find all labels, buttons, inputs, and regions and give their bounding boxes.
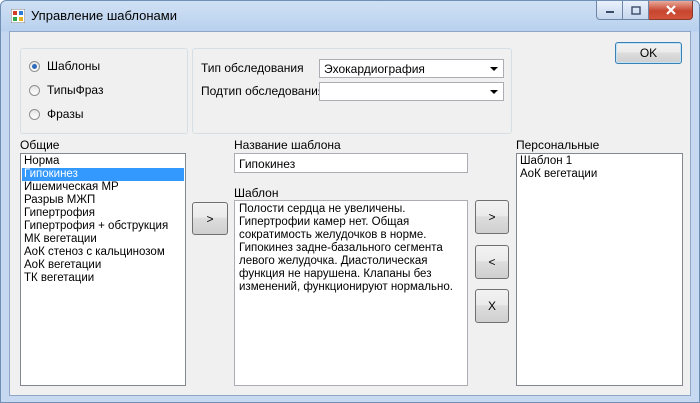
move-right-button[interactable]: >	[475, 200, 509, 234]
template-text-label: Шаблон	[234, 186, 279, 200]
exam-subtype-combo[interactable]	[319, 82, 504, 101]
list-item[interactable]: Гипертрофия + обструкция	[22, 220, 184, 233]
list-item[interactable]: Шаблон 1	[518, 155, 681, 168]
dropdown-arrow-icon	[490, 90, 498, 94]
ok-button[interactable]: OK	[615, 42, 682, 64]
app-icon	[11, 9, 25, 23]
list-item[interactable]: Разрыв МЖП	[22, 194, 184, 207]
title-bar[interactable]: Управление шаблонами	[1, 1, 699, 31]
list-item[interactable]: МК вегетации	[22, 233, 184, 246]
radio-templates[interactable]: Шаблоны	[29, 59, 100, 73]
close-icon	[665, 5, 676, 15]
minimize-button[interactable]	[596, 1, 623, 20]
maximize-icon	[630, 5, 641, 15]
template-name-input[interactable]: Гипокинез	[234, 153, 468, 173]
radio-phrase-types[interactable]: ТипыФраз	[29, 83, 103, 97]
radio-indicator	[29, 84, 40, 96]
exam-type-combo[interactable]: Эхокардиография	[319, 59, 504, 78]
radio-phrases[interactable]: Фразы	[29, 107, 83, 121]
copy-to-template-button[interactable]: >	[192, 202, 228, 235]
personal-list-label: Персональные	[516, 138, 600, 152]
close-button[interactable]	[649, 1, 693, 20]
template-name-value: Гипокинез	[239, 157, 296, 171]
mode-group: Шаблоны ТипыФраз Фразы	[20, 48, 188, 134]
list-item[interactable]: Норма	[22, 155, 184, 168]
template-text-area[interactable]: Полости сердца не увеличены. Гипертрофии…	[234, 200, 468, 386]
main-window: Управление шаблонами Шаблоны ТипыФраз Фр…	[0, 0, 700, 403]
list-item[interactable]: Гипокинез	[22, 168, 184, 181]
radio-indicator	[29, 108, 40, 120]
exam-type-label: Тип обследования	[201, 61, 304, 75]
minimize-icon	[605, 11, 614, 13]
list-item[interactable]: АоК вегетации	[518, 168, 681, 181]
personal-templates-list[interactable]: Шаблон 1 АоК вегетации	[516, 153, 683, 386]
common-templates-list[interactable]: Норма Гипокинез Ишемическая МР Разрыв МЖП Ги…	[20, 153, 186, 386]
exam-group: Тип обследования Эхокардиография Подтип …	[192, 48, 512, 134]
delete-button[interactable]: X	[475, 289, 509, 323]
template-name-label: Название шаблона	[234, 138, 341, 152]
radio-phrase-types-label: ТипыФраз	[47, 83, 104, 97]
radio-indicator	[29, 60, 40, 72]
common-list-label: Общие	[20, 138, 60, 152]
exam-subtype-label: Подтип обследования	[201, 84, 325, 98]
move-left-button[interactable]: <	[475, 245, 509, 279]
maximize-button[interactable]	[623, 1, 649, 20]
list-item[interactable]: Ишемическая МР	[22, 181, 184, 194]
list-item[interactable]: Гипертрофия	[22, 207, 184, 220]
list-item[interactable]: ТК вегетации	[22, 272, 184, 285]
radio-templates-label: Шаблоны	[47, 59, 101, 73]
window-title: Управление шаблонами	[31, 8, 177, 23]
exam-type-value: Эхокардиография	[324, 62, 425, 76]
caption-buttons	[596, 1, 693, 21]
dropdown-arrow-icon	[490, 67, 498, 71]
list-item[interactable]: АоК вегетации	[22, 259, 184, 272]
radio-phrases-label: Фразы	[47, 107, 84, 121]
list-item[interactable]: АоК стеноз с кальцинозом	[22, 246, 184, 259]
client-area: Шаблоны ТипыФраз Фразы Тип обследования …	[9, 31, 691, 396]
